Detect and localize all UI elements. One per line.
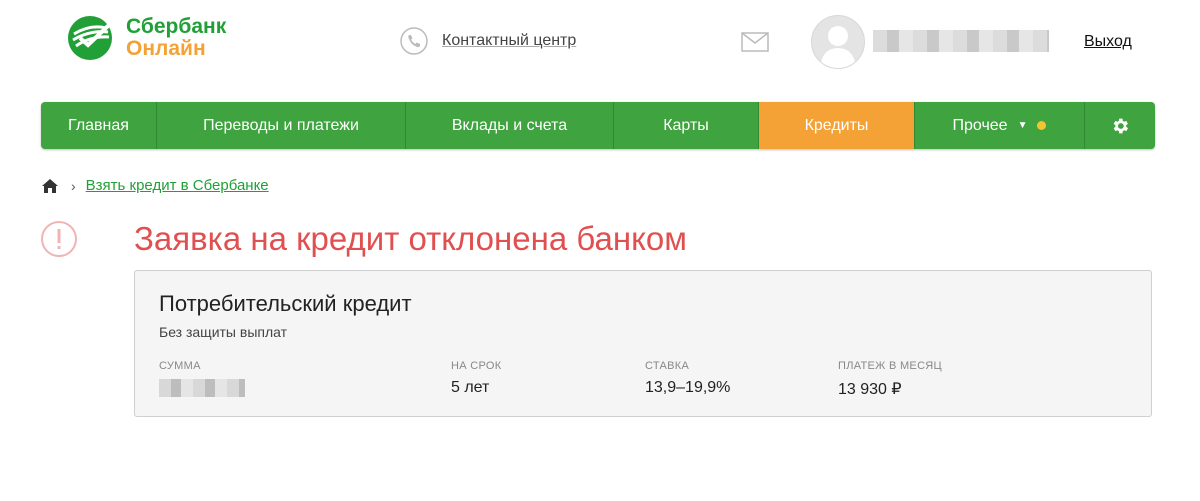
nav-item-label: Вклады и счета <box>451 116 568 134</box>
sberbank-logo[interactable]: Сбербанк Онлайн <box>66 14 226 62</box>
nav-item-label: Кредиты <box>804 116 869 134</box>
main-nav: Главная Переводы и платежи Вклады и счет… <box>41 102 1155 149</box>
contact-center[interactable]: Контактный центр <box>400 27 576 55</box>
chevron-down-icon: ▼ <box>1017 120 1028 131</box>
breadcrumb-link[interactable]: Взять кредит в Сбербанке <box>86 177 269 194</box>
loan-term-value: 5 лет <box>451 379 490 396</box>
notification-dot-icon <box>1037 121 1047 130</box>
nav-item-deposits[interactable]: Вклады и счета <box>406 102 614 149</box>
settings-button[interactable] <box>1085 102 1155 149</box>
sberbank-logo-icon <box>68 16 112 60</box>
nav-item-label: Переводы и платежи <box>203 116 359 134</box>
nav-item-other[interactable]: Прочее ▼ <box>915 102 1085 149</box>
loan-term-label: На срок <box>451 360 502 372</box>
breadcrumb: › Взять кредит в Сбербанке <box>41 177 269 194</box>
logo-title: Сбербанк <box>126 15 227 38</box>
contact-center-link[interactable]: Контактный центр <box>442 32 576 50</box>
nav-item-home[interactable]: Главная <box>41 102 157 149</box>
phone-icon <box>400 27 428 55</box>
loan-subtitle: Без защиты выплат <box>159 324 288 340</box>
loan-rate-label: Ставка <box>645 360 690 372</box>
logout-link[interactable]: Выход <box>1084 33 1132 51</box>
breadcrumb-separator: › <box>71 177 76 194</box>
avatar[interactable] <box>811 15 865 69</box>
loan-payment-value: 13 930 ₽ <box>838 381 902 398</box>
nav-item-credits[interactable]: Кредиты <box>759 102 915 149</box>
nav-item-cards[interactable]: Карты <box>614 102 759 149</box>
username-blurred <box>873 30 1049 52</box>
gear-icon <box>1113 118 1128 133</box>
loan-rate-value: 13,9–19,9% <box>645 379 731 396</box>
loan-payment-label: Платеж в месяц <box>838 360 942 372</box>
loan-card: Потребительский кредит Без защиты выплат… <box>134 270 1152 417</box>
loan-term: На срок 5 лет <box>451 360 501 397</box>
loan-amount-value-blurred <box>159 379 245 397</box>
warning-icon <box>41 221 77 257</box>
loan-title: Потребительский кредит <box>159 291 412 316</box>
mail-icon[interactable] <box>741 32 769 52</box>
logo-subtitle: Онлайн <box>126 37 206 60</box>
loan-amount-label: Сумма <box>159 360 201 372</box>
loan-rate: Ставка 13,9–19,9% <box>645 360 730 397</box>
nav-item-label: Главная <box>68 116 129 134</box>
nav-item-label: Прочее <box>952 116 1008 134</box>
nav-item-transfers[interactable]: Переводы и платежи <box>157 102 406 149</box>
home-icon[interactable] <box>41 178 59 194</box>
loan-amount: Сумма <box>159 360 245 397</box>
loan-payment: Платеж в месяц 13 930 ₽ <box>838 360 942 399</box>
page-title: Заявка на кредит отклонена банком <box>134 220 687 257</box>
nav-item-label: Карты <box>663 116 709 134</box>
avatar-icon <box>820 26 856 68</box>
